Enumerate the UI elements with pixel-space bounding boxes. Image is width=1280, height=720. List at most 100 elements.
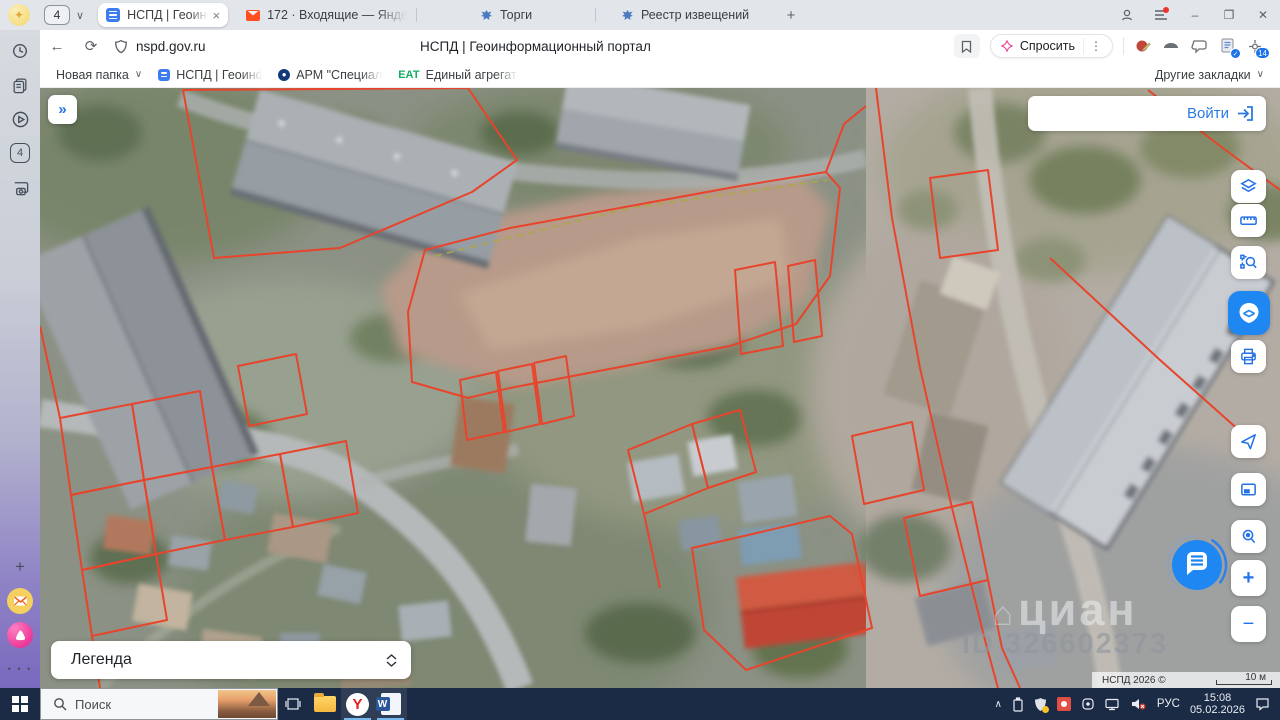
chevron-down-icon: ∨ [1256, 69, 1264, 80]
basemap-switch-button[interactable] [1231, 473, 1266, 506]
rail-more-icon[interactable]: • • • [0, 652, 40, 686]
menu-notification-dot [1163, 7, 1169, 13]
login-bar[interactable]: Войти [1028, 96, 1266, 131]
taskbar-search-input[interactable]: Поиск [40, 688, 278, 720]
zoom-in-button[interactable]: + [1231, 560, 1266, 596]
extension-docs-icon[interactable]: ✓ [1218, 37, 1241, 59]
other-bookmarks-button[interactable]: Другие закладки ∨ [1155, 68, 1264, 82]
chat-support-button[interactable] [1165, 533, 1229, 597]
emblem-favicon [621, 9, 634, 22]
windows-logo-icon [12, 696, 28, 712]
attribution-text: НСПД 2026 © [1102, 674, 1166, 686]
expand-panel-button[interactable]: » [48, 95, 77, 124]
extension-notes-icon[interactable] [1134, 37, 1152, 55]
screenshot-icon[interactable] [0, 170, 40, 204]
zoom-out-button[interactable]: − [1231, 606, 1266, 642]
tray-expand-icon[interactable]: ∧ [995, 699, 1002, 710]
extension-incognito-icon[interactable] [1162, 37, 1180, 55]
alice-assistant-icon[interactable] [0, 618, 40, 652]
legend-title: Легенда [71, 651, 132, 668]
close-window-button[interactable]: ✕ [1246, 0, 1280, 30]
tab-counter-button[interactable]: 4 [44, 5, 70, 25]
search-highlight-image[interactable] [218, 690, 276, 718]
history-icon[interactable] [0, 34, 40, 68]
minimize-button[interactable]: – [1178, 0, 1212, 30]
bookmark-eat[interactable]: ЕАТ Единый агрегатор [398, 68, 517, 82]
add-panel-icon[interactable]: + [0, 550, 40, 584]
close-tab-icon[interactable]: × [208, 8, 220, 23]
legend-collapse-icon[interactable] [386, 653, 397, 667]
url-field[interactable]: nspd.gov.ru [114, 39, 206, 54]
imagery-left-tile [40, 88, 900, 688]
extension-check-badge: ✓ [1230, 48, 1241, 59]
start-button[interactable] [0, 688, 40, 720]
language-indicator[interactable]: РУС [1157, 698, 1180, 710]
bookmark-arm[interactable]: ● АРМ "Специалист [278, 68, 382, 82]
recording-icon[interactable] [1056, 697, 1071, 711]
file-explorer-taskbar-icon[interactable] [308, 688, 341, 720]
locate-me-button[interactable] [1231, 425, 1266, 458]
shield-warning-dot [1041, 705, 1049, 713]
chevron-down-icon: ∨ [134, 69, 143, 80]
map-attribution: НСПД 2026 © 10 м [1092, 672, 1280, 688]
divider [1123, 37, 1124, 55]
network-display-icon[interactable] [1105, 698, 1121, 711]
page-title: НСПД | Геоинформационный портал [420, 38, 651, 54]
tab-panel-counter[interactable]: 4 [0, 136, 40, 170]
print-tool-button[interactable] [1231, 340, 1266, 373]
browser-side-rail: 4 + • • • [0, 30, 40, 688]
yandex-browser-taskbar-icon[interactable]: Y [341, 688, 374, 720]
bookmark-label: Новая папка [56, 67, 129, 82]
bookmark-button[interactable] [953, 34, 980, 58]
measure-tool-button[interactable] [1231, 204, 1266, 237]
profile-icon[interactable] [1110, 0, 1144, 30]
satellite-map-canvas[interactable] [40, 88, 1280, 688]
extension-count-badge: 14 [1255, 47, 1270, 59]
bookmark-nspd[interactable]: НСПД | Геоинфор [158, 68, 262, 82]
task-view-button[interactable] [278, 688, 308, 720]
bookmark-folder-new[interactable]: Новая папка ∨ [56, 68, 142, 82]
word-taskbar-icon[interactable]: W [374, 688, 407, 720]
reload-button[interactable]: ⟳ [74, 37, 108, 55]
tab-title: НСПД | Геоинформац [127, 8, 208, 22]
legend-panel[interactable]: Легенда [51, 641, 411, 679]
collections-icon[interactable] [0, 68, 40, 102]
video-play-icon[interactable] [0, 102, 40, 136]
extension-tasks-icon[interactable]: 14 [1246, 37, 1270, 59]
tab-mail[interactable]: 172 · Входящие — Яндекс [238, 3, 416, 27]
tab-nspd[interactable]: НСПД | Геоинформац × [98, 3, 229, 27]
volume-muted-icon[interactable] [1131, 697, 1147, 711]
battery-icon[interactable] [1012, 696, 1024, 712]
tab-reestr[interactable]: Реестр извещений [596, 3, 774, 27]
bookmark-label: Единый агрегатор [425, 67, 518, 82]
yandex-mail-icon[interactable] [0, 584, 40, 618]
tab-title: Торги [500, 8, 533, 22]
restore-button[interactable]: ❐ [1212, 0, 1246, 30]
url-text: nspd.gov.ru [136, 38, 206, 54]
tab-title: Реестр извещений [640, 8, 750, 22]
extension-chat-icon[interactable] [1190, 37, 1208, 55]
area-search-tool-button[interactable] [1231, 246, 1266, 279]
tab-torgi[interactable]: Торги [417, 3, 595, 27]
arm-favicon: ● [278, 68, 291, 81]
ai-sparkle-icon [1001, 40, 1013, 52]
ask-ai-button[interactable]: Спросить ⋮ [989, 34, 1113, 58]
back-button[interactable]: ← [40, 38, 74, 55]
ask-menu-icon[interactable]: ⋮ [1083, 38, 1108, 54]
address-bar: ← ⟳ nspd.gov.ru НСПД | Геоинформационный… [40, 30, 1280, 62]
taskbar-clock[interactable]: 15:08 05.02.2026 [1190, 692, 1245, 716]
new-tab-button[interactable]: + [780, 4, 802, 26]
nspd-favicon [158, 68, 171, 81]
action-center-icon[interactable] [1255, 697, 1270, 711]
active-info-tool-button[interactable] [1228, 291, 1270, 335]
tracker-icon[interactable] [1081, 697, 1095, 711]
imagery-right-tile [810, 88, 1280, 688]
ask-label: Спросить [1019, 39, 1075, 53]
security-shield-icon[interactable] [1034, 697, 1049, 713]
other-bookmarks-label: Другие закладки [1154, 67, 1251, 82]
yandex-search-icon[interactable]: ✦ [8, 4, 30, 26]
browser-menu-button[interactable] [1144, 0, 1178, 30]
object-search-button[interactable] [1231, 520, 1266, 553]
tab-list-chevron-icon[interactable]: ∨ [76, 9, 84, 22]
layers-tool-button[interactable] [1231, 170, 1266, 203]
